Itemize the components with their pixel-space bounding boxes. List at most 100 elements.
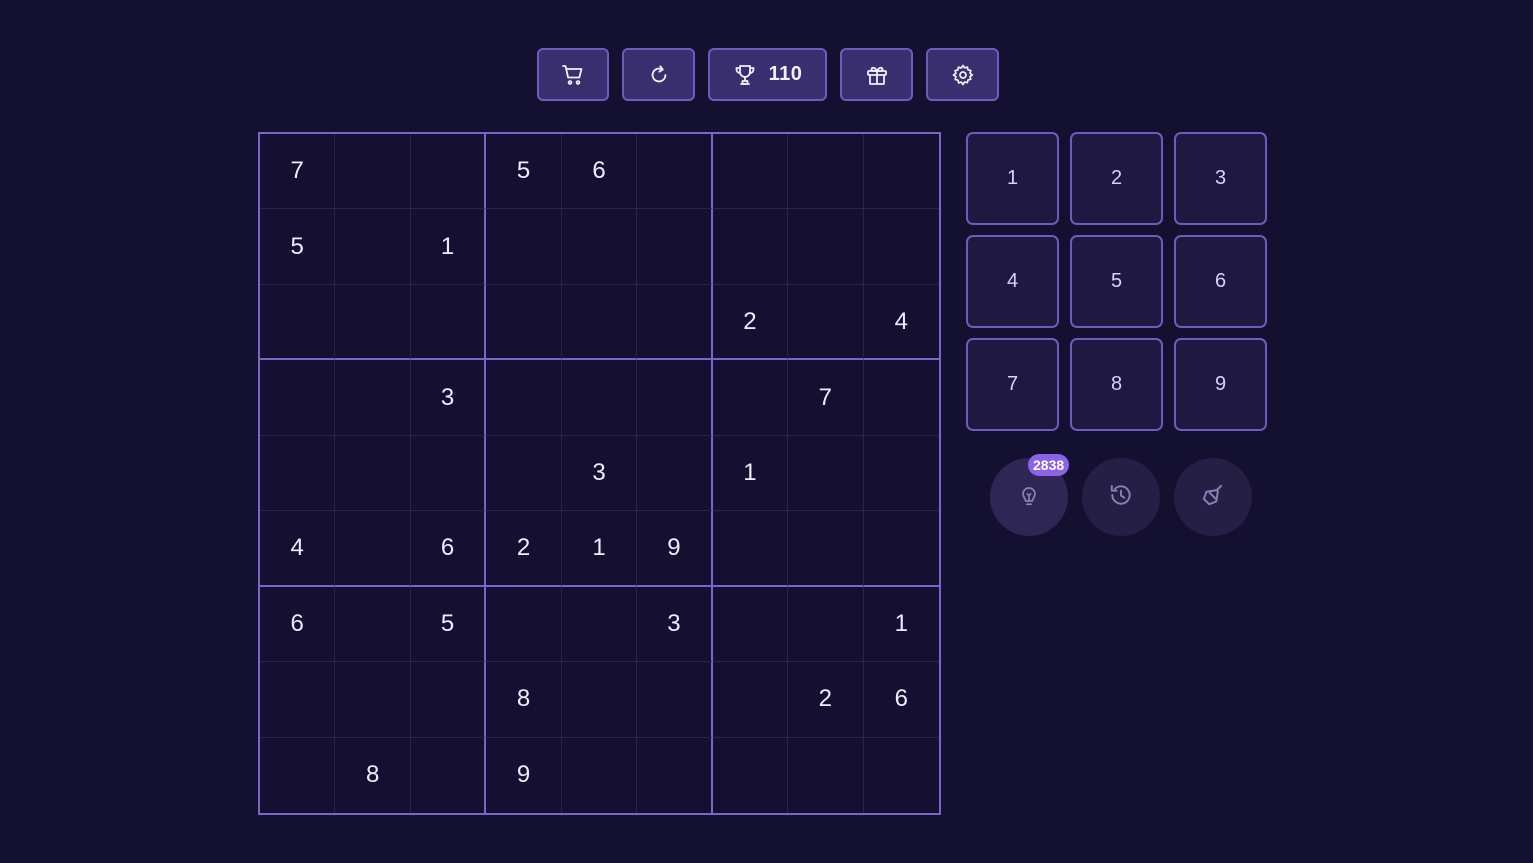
board-cell[interactable] [486,586,562,663]
erase-button[interactable] [1174,458,1252,536]
board-cell[interactable] [335,586,411,663]
board-cell[interactable] [335,360,411,436]
board-cell[interactable] [637,435,713,512]
number-key[interactable]: 8 [1070,338,1163,431]
board-cell[interactable] [863,209,939,285]
board-cell[interactable] [561,662,638,738]
board-cell[interactable] [335,511,411,587]
board-cell[interactable] [712,511,789,587]
board-cell[interactable] [712,662,789,738]
board-cell[interactable] [863,436,939,512]
board-cell[interactable]: 2 [788,662,864,738]
board-cell[interactable] [637,284,713,361]
board-cell[interactable]: 6 [561,134,638,210]
board-cell[interactable] [712,360,789,436]
leaderboard-button[interactable]: 110 [708,48,827,101]
board-cell[interactable] [788,435,864,512]
board-cell[interactable] [335,435,411,512]
board-cell[interactable] [260,360,336,436]
board-cell[interactable]: 9 [637,511,713,587]
board-cell[interactable]: 6 [260,586,336,663]
board-cell[interactable] [410,284,487,361]
board-cell[interactable] [486,435,562,512]
board-cell[interactable] [335,284,411,361]
settings-button[interactable] [926,48,999,101]
board-cell[interactable]: 1 [863,587,939,663]
board-cell[interactable] [713,737,789,813]
shop-button[interactable] [537,48,609,101]
board-cell[interactable]: 1 [561,511,638,587]
board-cell[interactable]: 5 [486,134,562,210]
number-key[interactable]: 2 [1070,132,1163,225]
board-cell[interactable] [788,737,864,813]
board-cell[interactable] [410,435,487,512]
board-cell[interactable]: 2 [712,284,789,361]
board-cell[interactable] [335,134,411,210]
board-cell[interactable] [260,662,336,738]
board-cell[interactable]: 6 [863,662,939,738]
board-cell[interactable]: 7 [788,360,864,436]
number-key[interactable]: 7 [966,338,1059,431]
board-cell[interactable] [788,586,864,663]
board-cell[interactable] [637,737,713,813]
board-cell[interactable] [637,134,713,210]
board-cell[interactable] [486,209,562,285]
board-cell[interactable] [335,662,411,738]
board-cell[interactable] [410,134,487,210]
board-cell[interactable]: 3 [637,586,713,663]
board-cell[interactable] [864,738,939,813]
trophy-icon [733,63,757,87]
gear-icon [951,63,975,87]
board-cell[interactable] [863,134,939,210]
board-cell[interactable] [712,209,789,285]
board-cell[interactable]: 6 [410,511,487,587]
board-cell[interactable]: 1 [410,209,487,285]
board-cell[interactable] [712,134,789,210]
board-cell[interactable]: 5 [260,209,336,285]
board-cell[interactable]: 5 [410,586,487,663]
board-cell[interactable] [260,435,336,512]
board-cell[interactable] [260,284,336,361]
undo-button[interactable] [1082,458,1160,536]
board-cell[interactable]: 9 [486,737,562,813]
board-cell[interactable]: 4 [863,285,939,361]
board-cell[interactable] [863,511,939,587]
board-cell[interactable] [561,586,638,663]
board-cell[interactable] [788,134,864,210]
board-cell[interactable]: 1 [712,435,789,512]
number-key[interactable]: 1 [966,132,1059,225]
board-cell[interactable]: 4 [260,511,336,587]
board-cell[interactable]: 8 [335,737,411,813]
gift-button[interactable] [840,48,913,101]
board-cell[interactable] [411,737,487,813]
restart-button[interactable] [622,48,695,101]
board-cell[interactable] [788,284,864,361]
board-cell[interactable] [486,284,562,361]
board-cell[interactable]: 3 [561,435,638,512]
board-cell[interactable] [561,209,638,285]
board-cell[interactable] [788,209,864,285]
board-cell[interactable] [335,209,411,285]
number-key[interactable]: 5 [1070,235,1163,328]
board-cell[interactable]: 3 [410,360,487,436]
board-cell[interactable] [788,511,864,587]
board-cell[interactable] [260,737,336,813]
board-cell[interactable]: 7 [260,134,336,210]
hint-button[interactable]: 2838 [990,454,1070,536]
board-cell[interactable] [410,662,487,738]
number-key[interactable]: 3 [1174,132,1267,225]
board-cell[interactable]: 2 [486,511,562,587]
board-cell[interactable] [712,586,789,663]
board-cell[interactable] [863,360,939,436]
number-key[interactable]: 4 [966,235,1059,328]
number-key[interactable]: 6 [1174,235,1267,328]
board-cell[interactable] [562,737,638,813]
board-cell[interactable] [486,360,562,436]
number-key[interactable]: 9 [1174,338,1267,431]
board-cell[interactable] [561,360,638,436]
board-cell[interactable] [561,284,638,361]
board-cell[interactable]: 8 [486,662,562,738]
board-cell[interactable] [637,209,713,285]
board-cell[interactable] [637,360,713,436]
board-cell[interactable] [637,662,713,738]
